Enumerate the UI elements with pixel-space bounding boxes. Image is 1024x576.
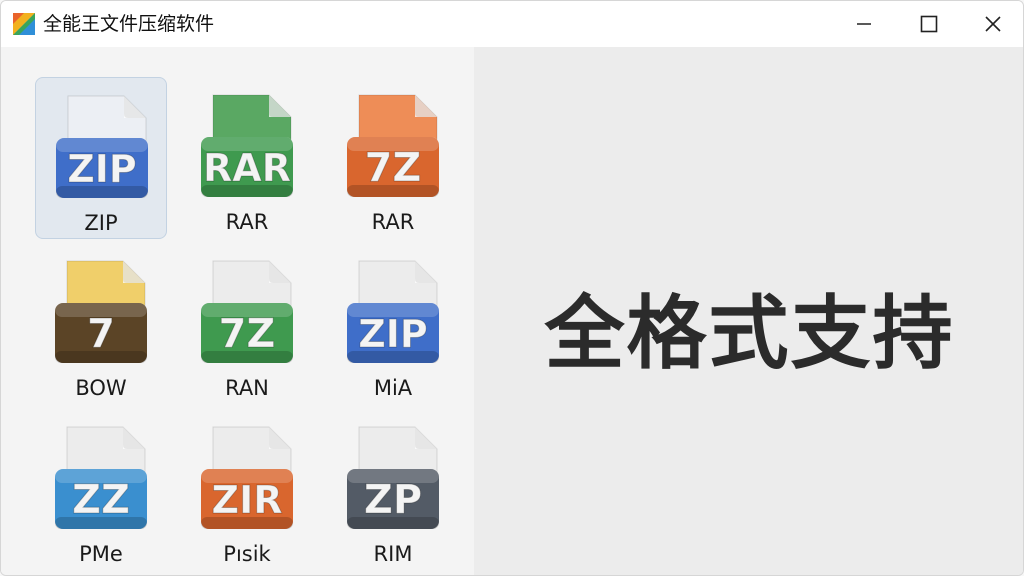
app-logo-icon — [13, 13, 35, 35]
format-tile-1[interactable]: RAR RAR — [181, 77, 313, 239]
format-grid: ZIP ZIP RAR RAR 7Z RAR 7 BOW 7Z RAN ZIP MiA ZZ PMe ZIR… — [1, 47, 474, 575]
archive-file-icon: 7Z — [347, 94, 439, 197]
file-badge-text: 7Z — [219, 311, 276, 357]
archive-file-icon: ZP — [347, 426, 439, 529]
file-badge-text: ZP — [364, 477, 422, 523]
window-title: 全能王文件压缩软件 — [43, 13, 215, 35]
close-icon — [985, 16, 1001, 32]
format-label: PMe — [79, 542, 123, 566]
format-tile-3[interactable]: 7 BOW — [35, 243, 167, 405]
format-label: ZIP — [84, 211, 118, 235]
format-tile-0[interactable]: ZIP ZIP — [35, 77, 167, 239]
archive-file-icon: 7 — [55, 260, 147, 363]
file-badge-text: ZIP — [67, 147, 137, 191]
format-label: MiA — [373, 376, 413, 400]
format-label: RAN — [225, 376, 269, 400]
format-tile-5[interactable]: ZIP MiA — [327, 243, 459, 405]
file-badge-text: RAR — [203, 146, 291, 190]
minimize-icon — [857, 23, 871, 25]
archive-file-icon: RAR — [201, 94, 293, 197]
archive-file-icon: 7Z — [201, 260, 293, 363]
format-tile-2[interactable]: 7Z RAR — [327, 77, 459, 239]
minimize-button[interactable] — [832, 1, 896, 47]
format-label: BOW — [75, 376, 127, 400]
format-tile-8[interactable]: ZP RIM — [327, 409, 459, 571]
format-tile-7[interactable]: ZIR Pısik — [181, 409, 313, 571]
app-window: 全能王文件压缩软件 ZIP ZIP RAR RAR 7Z RAR 7 BOW 7Z RAN ZIP M… — [0, 0, 1024, 576]
format-label: RAR — [371, 210, 415, 234]
format-tile-6[interactable]: ZZ PMe — [35, 409, 167, 571]
maximize-button[interactable] — [897, 1, 961, 47]
archive-file-icon: ZIR — [201, 426, 293, 529]
file-badge-text: 7Z — [365, 145, 422, 191]
file-badge-text: 7 — [87, 311, 115, 357]
title-bar: 全能王文件压缩软件 — [1, 1, 1023, 47]
format-label: Pısik — [223, 542, 271, 566]
feature-slogan: 全格式支持 — [544, 287, 955, 380]
format-label: RAR — [225, 210, 269, 234]
format-tile-4[interactable]: 7Z RAN — [181, 243, 313, 405]
file-badge-text: ZZ — [72, 477, 130, 523]
format-label: RIM — [373, 542, 413, 566]
archive-file-icon: ZIP — [56, 95, 148, 198]
archive-file-icon: ZIP — [347, 260, 439, 363]
feature-panel: 全格式支持 — [474, 47, 1023, 575]
maximize-icon — [920, 15, 938, 33]
close-button[interactable] — [961, 1, 1023, 47]
file-badge-text: ZIR — [212, 478, 283, 522]
archive-file-icon: ZZ — [55, 426, 147, 529]
file-badge-text: ZIP — [358, 312, 428, 356]
